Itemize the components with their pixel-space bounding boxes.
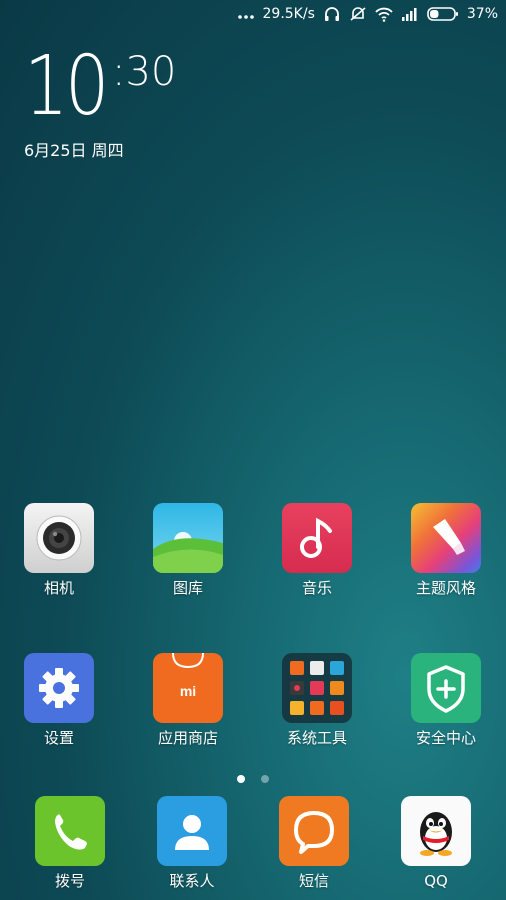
app-label: QQ xyxy=(424,872,448,890)
wifi-icon xyxy=(375,7,393,22)
app-label: 安全中心 xyxy=(415,729,476,747)
app-music[interactable]: 音乐 xyxy=(267,503,367,596)
signal-icon xyxy=(401,8,417,21)
network-speed: 29.5K/s xyxy=(262,6,315,22)
app-camera[interactable]: 相机 xyxy=(9,503,109,596)
status-bar: 29.5K/s 37% xyxy=(0,0,506,30)
clock-widget[interactable]: 10 :30 xyxy=(24,39,176,134)
app-label: 联系人 xyxy=(169,872,215,890)
app-label: 图库 xyxy=(172,579,203,597)
mute-vibrate-icon xyxy=(350,7,366,21)
messages-icon xyxy=(279,796,349,866)
app-gallery[interactable]: 图库 xyxy=(138,503,238,596)
more-dots-icon xyxy=(237,15,254,19)
system-tools-folder-icon xyxy=(282,653,352,723)
mi-logo: mi xyxy=(179,683,197,699)
folder-system-tools[interactable]: 系统工具 xyxy=(267,653,367,746)
theme-icon xyxy=(411,503,481,573)
app-settings[interactable]: 设置 xyxy=(9,653,109,746)
status-icons: 29.5K/s 37% xyxy=(237,6,498,22)
dock-app-qq[interactable]: QQ xyxy=(386,796,486,889)
clock-hour: 10 xyxy=(24,39,109,134)
app-label: 主题风格 xyxy=(415,579,476,597)
app-label: 相机 xyxy=(43,579,74,597)
app-theme[interactable]: 主题风格 xyxy=(396,503,496,596)
camera-icon xyxy=(24,503,94,573)
page-dot[interactable] xyxy=(260,775,269,783)
dock-app-contacts[interactable]: 联系人 xyxy=(142,796,242,889)
battery-percent: 37% xyxy=(466,6,498,22)
app-security[interactable]: 安全中心 xyxy=(396,653,496,746)
page-dot-active[interactable] xyxy=(237,775,246,783)
contacts-icon xyxy=(157,796,227,866)
phone-icon xyxy=(35,796,105,866)
music-icon xyxy=(282,503,352,573)
app-label: 拨号 xyxy=(54,872,85,890)
app-label: 短信 xyxy=(298,872,329,890)
app-label: 应用商店 xyxy=(157,729,218,747)
headphone-icon xyxy=(324,7,339,21)
dock-app-phone[interactable]: 拨号 xyxy=(20,796,120,889)
app-label: 设置 xyxy=(43,729,74,747)
page-indicator[interactable] xyxy=(0,768,506,787)
battery-icon xyxy=(427,7,458,21)
app-store[interactable]: mi 应用商店 xyxy=(138,653,238,746)
clock-minute: :30 xyxy=(112,49,177,95)
gallery-icon xyxy=(153,503,223,573)
security-shield-icon xyxy=(411,653,481,723)
app-label: 系统工具 xyxy=(286,729,347,747)
date-label: 6月25日 周四 xyxy=(24,141,124,160)
qq-penguin-icon xyxy=(401,796,471,866)
dock-app-messages[interactable]: 短信 xyxy=(264,796,364,889)
app-store-icon: mi xyxy=(153,653,223,723)
settings-gear-icon xyxy=(24,653,94,723)
app-label: 音乐 xyxy=(301,579,332,597)
